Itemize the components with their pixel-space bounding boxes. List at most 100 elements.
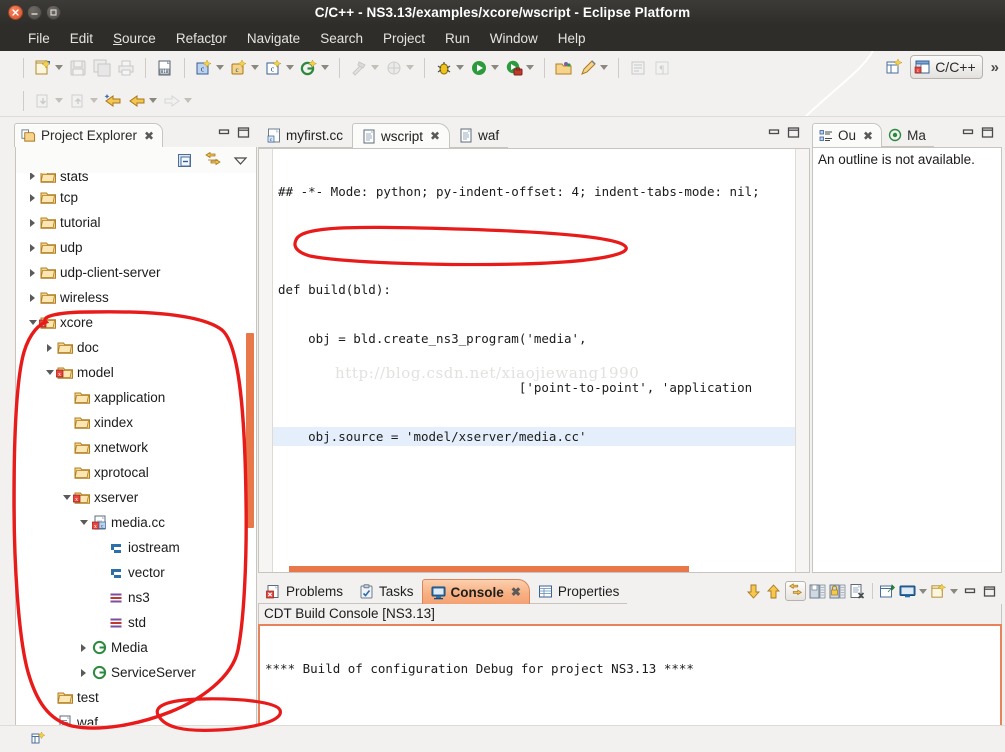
tree-item-udp[interactable]: udp: [16, 235, 256, 260]
tab-tasks[interactable]: Tasks: [351, 579, 422, 604]
chevron-right-icon[interactable]: [26, 243, 39, 252]
new-c-class-button[interactable]: c: [192, 57, 227, 79]
menu-help[interactable]: Help: [548, 29, 596, 48]
chevron-right-icon[interactable]: [43, 343, 56, 352]
menu-search[interactable]: Search: [310, 29, 373, 48]
menu-file[interactable]: File: [18, 29, 60, 48]
tab-project-explorer[interactable]: Project Explorer ✖: [14, 123, 164, 147]
chevron-down-icon[interactable]: [26, 320, 39, 325]
forward-dropdown-arrow[interactable]: [184, 98, 192, 103]
close-icon[interactable]: ✖: [863, 129, 873, 143]
tree-item-iostream[interactable]: iostream: [16, 535, 256, 560]
tab-waf[interactable]: waf: [450, 123, 509, 148]
tree-item-wireless[interactable]: wireless: [16, 285, 256, 310]
tree-item-model[interactable]: x model: [16, 360, 256, 385]
close-icon[interactable]: ✖: [511, 585, 521, 599]
pilcrow-button[interactable]: ¶: [650, 57, 674, 79]
tree-item-vector[interactable]: vector: [16, 560, 256, 585]
tree-item-media[interactable]: Media: [16, 635, 256, 660]
close-icon[interactable]: ✖: [144, 129, 154, 143]
chevron-right-icon[interactable]: [26, 218, 39, 227]
chevron-down-icon[interactable]: [60, 495, 73, 500]
tree-item-xindex[interactable]: xindex: [16, 410, 256, 435]
tree-item-xserver[interactable]: x xserver: [16, 485, 256, 510]
minimize-icon[interactable]: [964, 585, 977, 598]
tree-item-ns3[interactable]: ns3: [16, 585, 256, 610]
display-console-button[interactable]: [899, 583, 927, 600]
open-perspective-button[interactable]: [882, 56, 906, 78]
chevron-right-icon[interactable]: [26, 173, 39, 180]
clear-console-icon[interactable]: [849, 583, 866, 600]
show-source-button[interactable]: [626, 57, 650, 79]
pen-button[interactable]: [576, 57, 611, 79]
project-explorer-tree[interactable]: stats tcp tutorial udp udp-client-server wire…: [15, 173, 257, 734]
open-console-button[interactable]: [930, 582, 958, 600]
maximize-icon[interactable]: [983, 585, 996, 598]
tree-item-xapplication[interactable]: xapplication: [16, 385, 256, 410]
new-g-button[interactable]: [297, 57, 332, 79]
build-target-dropdown-arrow[interactable]: [406, 65, 414, 70]
editor-annotation-ruler[interactable]: [259, 149, 273, 572]
pin-console-icon[interactable]: [879, 583, 896, 600]
lock-console-icon[interactable]: [829, 583, 846, 600]
debug-dropdown-arrow[interactable]: [456, 65, 464, 70]
run-dropdown-arrow[interactable]: [491, 65, 499, 70]
chevron-right-icon[interactable]: [26, 193, 39, 202]
pen-dropdown-arrow[interactable]: [600, 65, 608, 70]
chevron-right-icon[interactable]: [77, 668, 90, 677]
toolbar-overflow-chevron[interactable]: »: [991, 59, 999, 76]
editor-overview-ruler[interactable]: [795, 149, 809, 572]
chevron-down-icon[interactable]: [77, 520, 90, 525]
tab-properties[interactable]: Properties: [529, 579, 628, 604]
tree-item-serviceserver[interactable]: ServiceServer: [16, 660, 256, 685]
scroll-down-icon[interactable]: [745, 583, 762, 600]
tree-item-udp-client-server[interactable]: udp-client-server: [16, 260, 256, 285]
back-button[interactable]: [125, 90, 160, 112]
tree-vertical-scrollbar[interactable]: [246, 333, 254, 528]
external-tools-dropdown-arrow[interactable]: [526, 65, 534, 70]
print-button[interactable]: [114, 57, 138, 79]
menu-refactor[interactable]: Refactor: [166, 29, 237, 48]
close-window-button[interactable]: [8, 5, 23, 20]
open-console-dropdown-arrow[interactable]: [950, 588, 958, 594]
new-wizard-button[interactable]: [31, 57, 66, 79]
run-button[interactable]: [467, 57, 502, 79]
menu-navigate[interactable]: Navigate: [237, 29, 310, 48]
build-hammer-button[interactable]: [347, 57, 382, 79]
export-button[interactable]: [66, 90, 101, 112]
build-all-button[interactable]: 010: [153, 57, 177, 79]
tree-item-stats[interactable]: stats: [16, 173, 256, 185]
menu-run[interactable]: Run: [435, 29, 480, 48]
tree-item-xcore[interactable]: x xcore: [16, 310, 256, 335]
open-folder-button[interactable]: [552, 57, 576, 79]
scroll-lock-button[interactable]: [785, 581, 806, 601]
link-with-editor-icon[interactable]: [204, 151, 223, 169]
console-output[interactable]: **** Build of configuration Debug for pr…: [258, 624, 1002, 729]
maximize-window-button[interactable]: [46, 5, 61, 20]
tab-myfirst-cc[interactable]: c myfirst.cc: [258, 123, 352, 148]
build-target-button[interactable]: [382, 57, 417, 79]
tree-item-doc[interactable]: doc: [16, 335, 256, 360]
new-c-file-dropdown-arrow[interactable]: [286, 65, 294, 70]
editor-source-area[interactable]: ## -*- Mode: python; py-indent-offset: 4…: [273, 149, 795, 572]
tab-outline[interactable]: Ou ✖: [812, 123, 883, 147]
scroll-up-icon[interactable]: [765, 583, 782, 600]
new-g-dropdown-arrow[interactable]: [321, 65, 329, 70]
minimize-icon[interactable]: [962, 126, 975, 139]
close-icon[interactable]: ✖: [430, 129, 440, 143]
maximize-icon[interactable]: [787, 126, 800, 139]
new-wizard-dropdown-arrow[interactable]: [55, 65, 63, 70]
chevron-right-icon[interactable]: [26, 293, 39, 302]
back-marked-button[interactable]: [101, 90, 125, 112]
import-button[interactable]: [31, 90, 66, 112]
chevron-right-icon[interactable]: [77, 643, 90, 652]
tab-wscript[interactable]: wscript ✖: [352, 123, 451, 148]
maximize-icon[interactable]: [237, 126, 250, 139]
save-all-button[interactable]: [90, 57, 114, 79]
tab-console[interactable]: Console ✖: [421, 579, 530, 604]
debug-button[interactable]: [432, 57, 467, 79]
tree-item-test[interactable]: test: [16, 685, 256, 710]
import-dropdown-arrow[interactable]: [55, 98, 63, 103]
tree-item-tutorial[interactable]: tutorial: [16, 210, 256, 235]
view-menu-icon[interactable]: [233, 153, 248, 168]
